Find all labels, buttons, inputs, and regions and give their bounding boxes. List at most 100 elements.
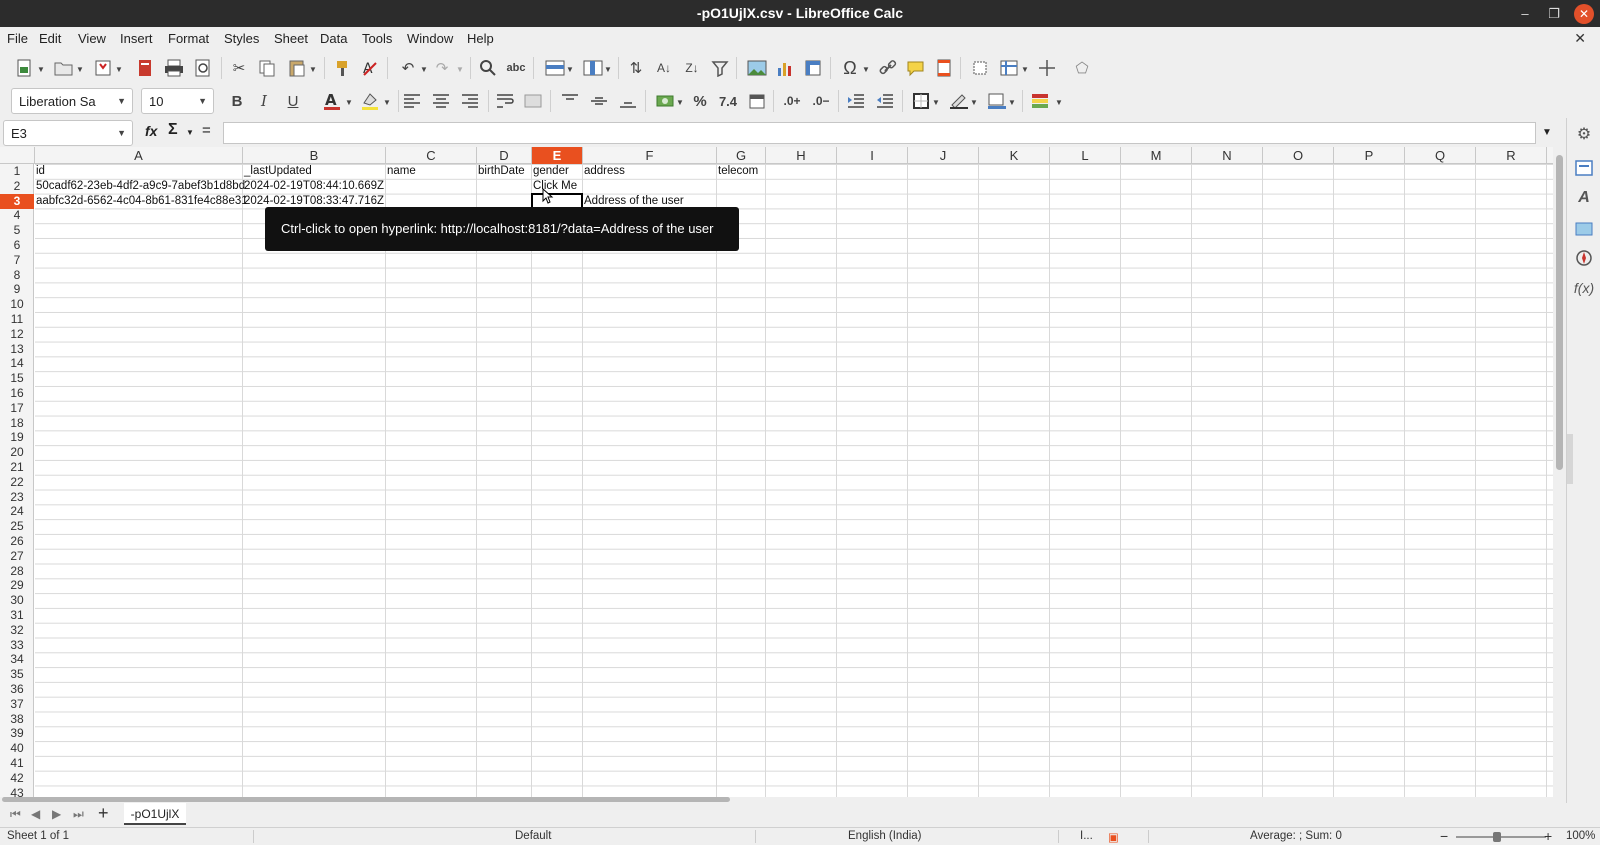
row-header-32[interactable]: 32 [0, 623, 34, 638]
row-header-22[interactable]: 22 [0, 475, 34, 490]
row-header-7[interactable]: 7 [0, 253, 34, 268]
row-header-37[interactable]: 37 [0, 697, 34, 712]
bold-icon[interactable]: B [225, 89, 249, 113]
new-document-icon[interactable] [12, 56, 36, 80]
cell-a2[interactable]: 50cadf62-23eb-4df2-a9c9-7abef3b1d8bd [35, 179, 245, 194]
autofilter-icon[interactable] [708, 56, 732, 80]
row-header-33[interactable]: 33 [0, 638, 34, 653]
chevron-down-icon[interactable]: ▼ [604, 65, 612, 74]
styles-icon[interactable]: A [1572, 186, 1596, 210]
row-header-41[interactable]: 41 [0, 756, 34, 771]
menu-data[interactable]: Data [320, 31, 347, 46]
sort-descending-icon[interactable]: Z↓ [680, 56, 704, 80]
navigator-icon[interactable] [1572, 246, 1596, 270]
column-header-n[interactable]: N [1192, 147, 1263, 164]
chevron-down-icon[interactable]: ▼ [456, 65, 464, 74]
pivot-table-icon[interactable] [801, 56, 825, 80]
font-name-combo[interactable]: Liberation Sa ▼ [11, 88, 133, 114]
row-header-14[interactable]: 14 [0, 356, 34, 371]
row-header-17[interactable]: 17 [0, 401, 34, 416]
column-header-e[interactable]: E [532, 147, 583, 164]
column-header-l[interactable]: L [1050, 147, 1121, 164]
row-header-27[interactable]: 27 [0, 549, 34, 564]
row-header-11[interactable]: 11 [0, 312, 34, 327]
row-header-19[interactable]: 19 [0, 430, 34, 445]
row-header-8[interactable]: 8 [0, 268, 34, 283]
percent-format-icon[interactable]: % [688, 89, 712, 113]
menu-format[interactable]: Format [168, 31, 209, 46]
date-format-icon[interactable] [745, 89, 769, 113]
conditional-format-icon[interactable] [1029, 89, 1053, 113]
function-wizard-icon[interactable]: fx [145, 123, 157, 139]
language[interactable]: English (India) [848, 830, 922, 842]
chevron-down-icon[interactable]: ▼ [117, 96, 126, 106]
special-character-icon[interactable]: Ω [838, 56, 862, 80]
chevron-down-icon[interactable]: ▼ [1055, 98, 1063, 107]
column-header-q[interactable]: Q [1405, 147, 1476, 164]
name-box[interactable]: E3 ▼ [3, 120, 133, 146]
row-header-43[interactable]: 43 [0, 786, 34, 797]
redo-icon[interactable]: ↷ [430, 56, 454, 80]
row-header-28[interactable]: 28 [0, 564, 34, 579]
row-header-13[interactable]: 13 [0, 342, 34, 357]
first-sheet-icon[interactable]: ⏮ [10, 807, 21, 822]
center-vertically-icon[interactable] [587, 89, 611, 113]
gallery-icon[interactable] [1572, 216, 1596, 240]
clear-formatting-icon[interactable]: A [358, 56, 382, 80]
border-color-icon[interactable] [985, 89, 1009, 113]
gear-icon[interactable]: ⚙ [1572, 122, 1596, 146]
chevron-down-icon[interactable]: ▼ [383, 98, 391, 107]
menu-view[interactable]: View [78, 31, 106, 46]
print-icon[interactable] [162, 56, 186, 80]
undo-icon[interactable]: ↶ [396, 56, 420, 80]
borders-icon[interactable] [909, 89, 933, 113]
split-window-icon[interactable] [1035, 56, 1059, 80]
chevron-down-icon[interactable]: ▼ [115, 65, 123, 74]
row-header-29[interactable]: 29 [0, 578, 34, 593]
column-header-d[interactable]: D [477, 147, 532, 164]
menu-help[interactable]: Help [467, 31, 494, 46]
insert-chart-icon[interactable] [773, 56, 797, 80]
sheet-tab[interactable]: -pO1UjlX [124, 803, 186, 825]
selection-mode[interactable]: I... [1080, 830, 1093, 842]
sort-icon[interactable]: ⇅ [624, 56, 648, 80]
row-header-38[interactable]: 38 [0, 712, 34, 727]
cell-d1[interactable]: birthDate [477, 164, 525, 179]
align-center-icon[interactable] [429, 89, 453, 113]
column-icon[interactable] [581, 56, 605, 80]
zoom-slider-knob[interactable] [1493, 832, 1501, 842]
row-header-4[interactable]: 4 [0, 208, 34, 223]
find-replace-icon[interactable] [476, 56, 500, 80]
row-header-34[interactable]: 34 [0, 652, 34, 667]
zoom-level[interactable]: 100% [1566, 830, 1595, 842]
row-header-21[interactable]: 21 [0, 460, 34, 475]
column-header-h[interactable]: H [766, 147, 837, 164]
comment-icon[interactable] [904, 56, 928, 80]
row-header-1[interactable]: 1 [0, 164, 34, 179]
minimize-button[interactable]: – [1515, 4, 1535, 24]
vertical-scrollbar[interactable] [1553, 147, 1566, 797]
chevron-down-icon[interactable]: ▼ [37, 65, 45, 74]
row-header-30[interactable]: 30 [0, 593, 34, 608]
row-header-24[interactable]: 24 [0, 504, 34, 519]
add-sheet-icon[interactable]: + [98, 803, 109, 824]
cell-b2[interactable]: 2024-02-19T08:44:10.669Z [243, 179, 384, 194]
horizontal-scroll-thumb[interactable] [2, 797, 730, 802]
cell-grid[interactable]: id _lastUpdated name birthDate gender address… [35, 164, 1553, 797]
menu-file[interactable]: File [7, 31, 28, 46]
cell-a3[interactable]: aabfc32d-6562-4c04-8b61-831fe4c88e31 [35, 194, 248, 209]
column-header-b[interactable]: B [243, 147, 386, 164]
next-sheet-icon[interactable]: ▶ [52, 807, 61, 821]
align-top-icon[interactable] [558, 89, 582, 113]
print-area-icon[interactable] [968, 56, 992, 80]
vertical-scroll-thumb[interactable] [1556, 155, 1563, 470]
last-sheet-icon[interactable]: ⏭ [73, 807, 84, 822]
export-pdf-icon[interactable] [133, 56, 157, 80]
currency-format-icon[interactable] [654, 89, 678, 113]
chevron-down-icon[interactable]: ▼ [970, 98, 978, 107]
menu-sheet[interactable]: Sheet [274, 31, 308, 46]
select-all-corner[interactable] [0, 147, 35, 164]
column-header-r[interactable]: R [1476, 147, 1547, 164]
headers-footers-icon[interactable] [932, 56, 956, 80]
row-header-16[interactable]: 16 [0, 386, 34, 401]
